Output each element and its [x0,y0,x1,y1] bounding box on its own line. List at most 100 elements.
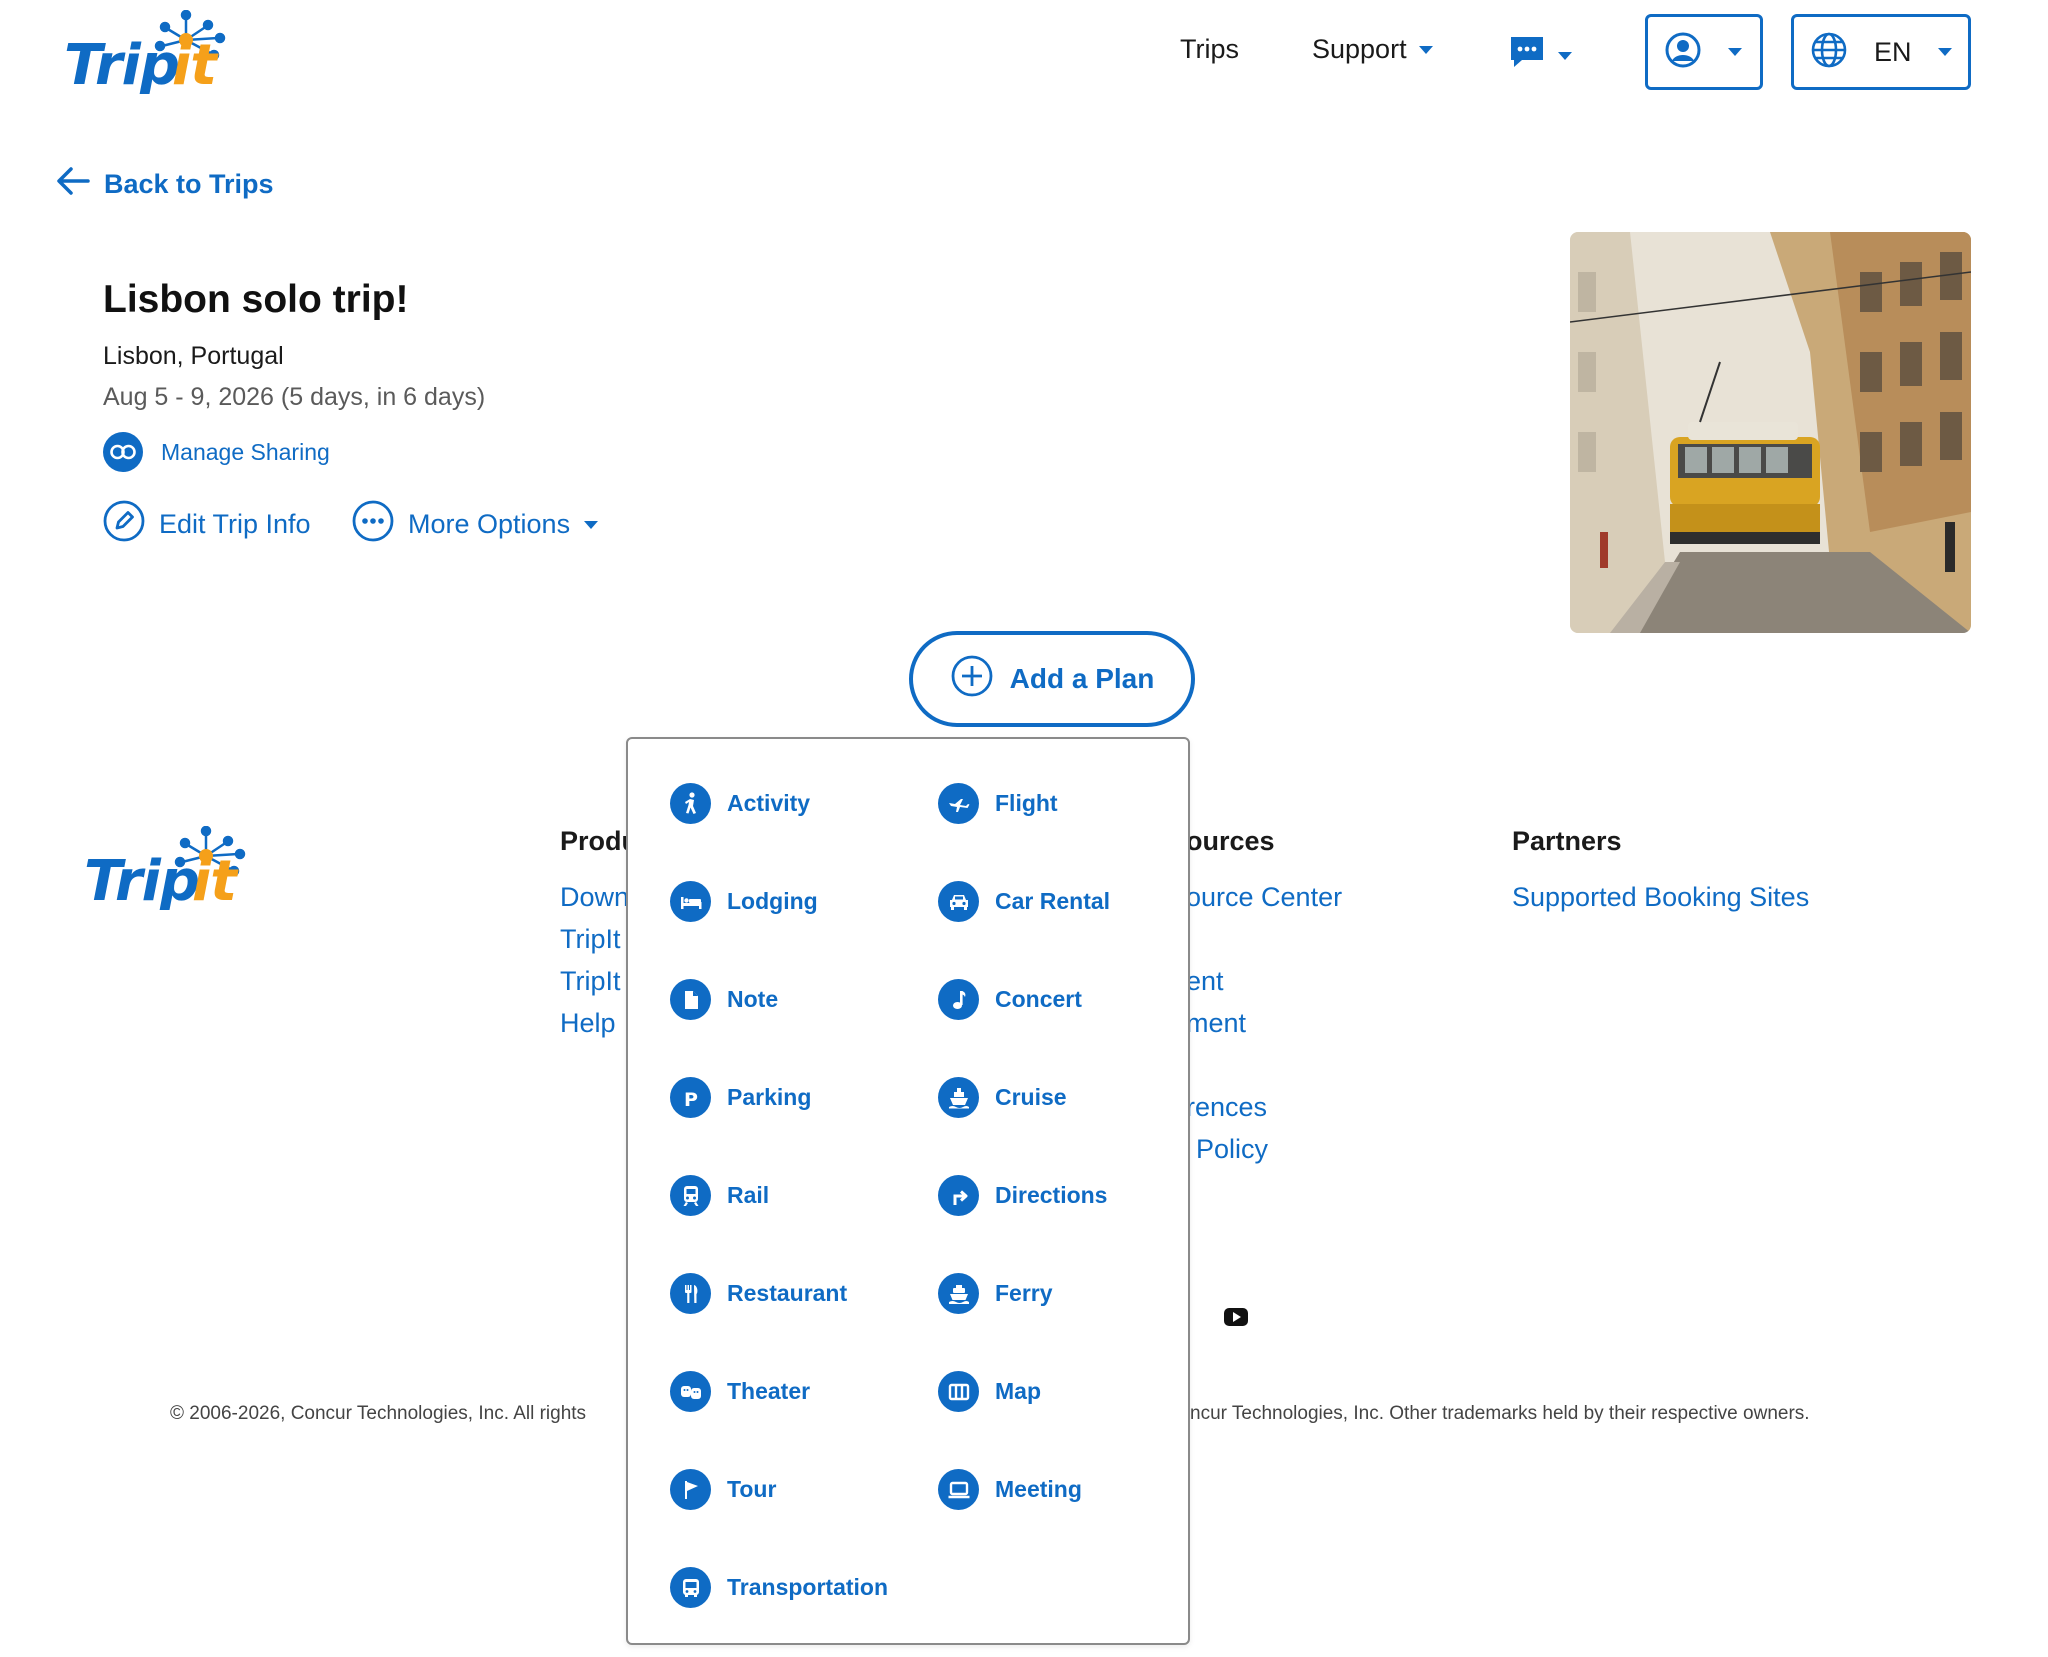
fork-knife-icon [670,1273,711,1314]
language-menu[interactable]: EN [1791,14,1971,90]
plan-option-rail[interactable]: Rail [670,1175,769,1216]
chevron-down-icon [1418,45,1433,54]
laptop-icon [938,1469,979,1510]
plan-option-label: Tour [727,1476,777,1502]
add-plan-button[interactable]: Add a Plan [909,631,1195,727]
plan-option-activity[interactable]: Activity [670,783,810,824]
edit-trip-info-label: Edit Trip Info [159,509,311,539]
footer-partners-heading: Partners [1512,826,1622,856]
messages-menu[interactable] [1508,34,1572,77]
flag-icon [670,1469,711,1510]
user-circle-icon [1664,31,1702,74]
plan-option-cruise[interactable]: Cruise [938,1077,1067,1118]
svg-text:it: it [172,33,219,94]
ship-icon [938,1077,979,1118]
plan-option-label: Theater [727,1378,811,1404]
footer-resources-link[interactable]: ent [1186,966,1224,997]
svg-text:Trip: Trip [64,33,179,94]
footer-resources-link[interactable]: Policy [1196,1134,1268,1165]
trip-location: Lisbon, Portugal [103,342,284,370]
footer-resources-link[interactable]: ment [1186,1008,1246,1039]
document-icon [670,979,711,1020]
plan-option-ferry[interactable]: Ferry [938,1273,1053,1314]
plan-option-meeting[interactable]: Meeting [938,1469,1082,1510]
plan-option-parking[interactable]: P Parking [670,1077,811,1118]
tripit-logo[interactable]: Trip it [62,9,242,98]
svg-text:it: it [192,849,239,910]
more-dots-icon [352,500,394,549]
plan-option-label: Car Rental [995,888,1111,914]
more-options-menu[interactable]: More Options [352,500,599,549]
plan-option-label: Meeting [995,1476,1082,1502]
back-to-trips-link[interactable]: Back to Trips [56,166,274,203]
plan-option-label: Rail [727,1182,770,1208]
arrow-left-icon [56,166,90,203]
chevron-down-icon [584,520,599,529]
plan-option-label: Concert [995,986,1082,1012]
walking-person-icon [670,783,711,824]
nav-support[interactable]: Support [1312,34,1433,65]
airplane-icon [938,783,979,824]
plan-option-concert[interactable]: Concert [938,979,1082,1020]
plan-option-label: Flight [995,790,1058,816]
footer-products-link[interactable]: TripIt [560,966,621,997]
footer-resources-link[interactable]: ource Center [1186,882,1342,913]
plan-option-label: Directions [995,1182,1108,1208]
language-code: EN [1874,36,1912,67]
plan-option-flight[interactable]: Flight [938,783,1058,824]
car-icon [938,881,979,922]
plan-option-label: Map [995,1378,1041,1404]
footer-products-link[interactable]: TripIt [560,924,621,955]
nav-trips-label: Trips [1180,34,1239,64]
plan-option-label: Lodging [727,888,818,914]
plan-option-transportation[interactable]: Transportation [670,1567,888,1608]
plan-option-label: Restaurant [727,1280,848,1306]
edit-trip-info-link[interactable]: Edit Trip Info [103,500,311,549]
copyright-left: © 2006-2026, Concur Technologies, Inc. A… [170,1403,587,1424]
footer-tripit-logo[interactable]: Trip it [82,825,262,914]
svg-text:P: P [684,1089,698,1111]
plan-option-note[interactable]: Note [670,979,778,1020]
turn-arrow-icon [938,1175,979,1216]
footer-partners-link[interactable]: Supported Booking Sites [1512,882,1809,913]
plan-option-car-rental[interactable]: Car Rental [938,881,1110,922]
bed-icon [670,881,711,922]
plan-option-lodging[interactable]: Lodging [670,881,818,922]
trip-page: Trip it Trips Support EN Back to Trips L… [0,0,2048,1657]
account-menu[interactable] [1645,14,1763,90]
nav-support-label: Support [1312,34,1407,64]
svg-text:Trip: Trip [84,849,199,910]
music-note-icon [938,979,979,1020]
footer-resources-link[interactable]: rences [1186,1092,1267,1123]
youtube-icon[interactable] [1224,1308,1248,1331]
plan-option-map[interactable]: Map [938,1371,1041,1412]
chat-bubble-icon [1508,34,1546,77]
trip-cover-photo[interactable] [1570,232,1971,633]
plan-option-directions[interactable]: Directions [938,1175,1107,1216]
add-plan-menu: Activity Lodging Note P Parking Rail Res… [626,737,1190,1645]
plan-option-label: Activity [727,790,811,816]
nav-trips[interactable]: Trips [1180,34,1239,65]
trip-title: Lisbon solo trip! [103,278,409,321]
chevron-down-icon [1937,48,1952,56]
copyright-right: ncur Technologies, Inc. Other trademarks… [1190,1403,1810,1424]
map-icon [938,1371,979,1412]
link-icon [103,432,143,472]
pencil-icon [103,500,145,549]
plan-option-theater[interactable]: Theater [670,1371,810,1412]
chevron-down-icon [1558,51,1572,60]
plan-option-tour[interactable]: Tour [670,1469,776,1510]
bus-icon [670,1567,711,1608]
plus-circle-icon [950,654,994,705]
trip-dates: Aug 5 - 9, 2026 (5 days, in 6 days) [103,383,486,411]
train-icon [670,1175,711,1216]
more-options-label: More Options [408,509,571,539]
plan-option-restaurant[interactable]: Restaurant [670,1273,847,1314]
ferry-icon [938,1273,979,1314]
footer-products-link[interactable]: Help [560,1008,616,1039]
plan-option-label: Cruise [995,1084,1067,1110]
chevron-down-icon [1728,48,1742,56]
plan-option-label: Note [727,986,779,1012]
manage-sharing-link[interactable]: Manage Sharing [103,432,330,472]
footer-products-link[interactable]: Down [560,882,629,913]
